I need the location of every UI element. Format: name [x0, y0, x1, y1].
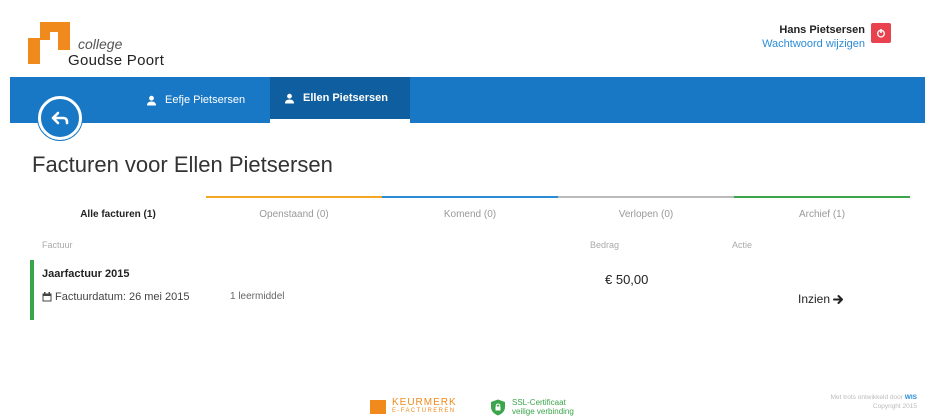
tab-label: Ellen Pietsersen — [303, 92, 388, 104]
keurmerk-badge: KEURMERK E-FACTUREREN — [370, 398, 457, 416]
invoice-date: Factuurdatum: 26 mei 2015 — [42, 291, 190, 303]
column-header-invoice: Factuur — [42, 240, 73, 250]
status-bar — [30, 260, 34, 320]
back-arrow-icon — [51, 111, 69, 125]
calendar-icon — [42, 292, 52, 302]
tab-label: Eefje Pietsersen — [165, 94, 246, 106]
copyright-text: Copyright 2015 — [872, 403, 917, 410]
ssl-title: SSL-Certificaat — [512, 398, 566, 407]
ssl-subtitle: veilige verbinding — [512, 407, 574, 416]
shield-lock-icon — [491, 399, 505, 415]
logo-mark — [28, 18, 72, 64]
page-title: Facturen voor Ellen Pietsersen — [32, 152, 333, 177]
power-icon — [877, 29, 885, 38]
invoice-filter-tabs: Alle facturen (1) Openstaand (0) Komend … — [30, 196, 910, 230]
user-icon — [146, 95, 157, 106]
user-menu: Hans Pietsersen Wachtwoord wijzigen — [762, 24, 865, 50]
user-name: Hans Pietsersen — [779, 24, 865, 36]
logo-text-college: college — [78, 36, 123, 52]
back-button[interactable] — [38, 96, 82, 140]
column-header-amount: Bedrag — [590, 240, 620, 250]
filter-outstanding[interactable]: Openstaand (0) — [206, 196, 382, 230]
keurmerk-subtitle: E-FACTUREREN — [392, 408, 456, 414]
invoice-items: 1 leermiddel — [230, 291, 285, 302]
view-invoice-label: Inzien — [798, 292, 831, 306]
powered-by-text: Met trots ontwikkeld door — [830, 394, 903, 401]
change-password-link[interactable]: Wachtwoord wijzigen — [762, 38, 865, 50]
tab-ellen-pietsersen[interactable]: Ellen Pietsersen — [270, 77, 410, 119]
school-logo: college Goudse Poort — [28, 18, 208, 73]
logo-text-name: Goudse Poort — [68, 52, 165, 69]
logout-button[interactable] — [871, 23, 891, 43]
filter-all[interactable]: Alle facturen (1) — [30, 196, 206, 230]
filter-upcoming[interactable]: Komend (0) — [382, 196, 558, 230]
user-icon — [284, 93, 295, 104]
active-tab-indicator — [270, 119, 410, 123]
filter-expired[interactable]: Verlopen (0) — [558, 196, 734, 230]
invoice-amount: € 50,00 — [605, 272, 649, 287]
view-invoice-button[interactable]: Inzien — [798, 292, 844, 306]
invoice-row: Jaarfactuur 2015 Factuurdatum: 26 mei 20… — [30, 260, 910, 320]
powered-by-brand[interactable]: WIS — [905, 394, 917, 401]
filter-archive[interactable]: Archief (1) — [734, 196, 910, 230]
invoice-title: Jaarfactuur 2015 — [42, 268, 130, 280]
powered-by: Met trots ontwikkeld door WIS Copyright … — [831, 393, 917, 411]
keurmerk-title: KEURMERK — [392, 397, 457, 408]
keurmerk-logo-icon — [370, 400, 386, 414]
tab-eefje-pietsersen[interactable]: Eefje Pietsersen — [132, 82, 259, 118]
ssl-badge: SSL-Certificaat veilige verbinding — [490, 398, 574, 416]
column-header-action: Actie — [732, 240, 753, 250]
arrow-right-icon — [833, 294, 844, 304]
invoice-date-label: Factuurdatum: 26 mei 2015 — [55, 291, 190, 303]
